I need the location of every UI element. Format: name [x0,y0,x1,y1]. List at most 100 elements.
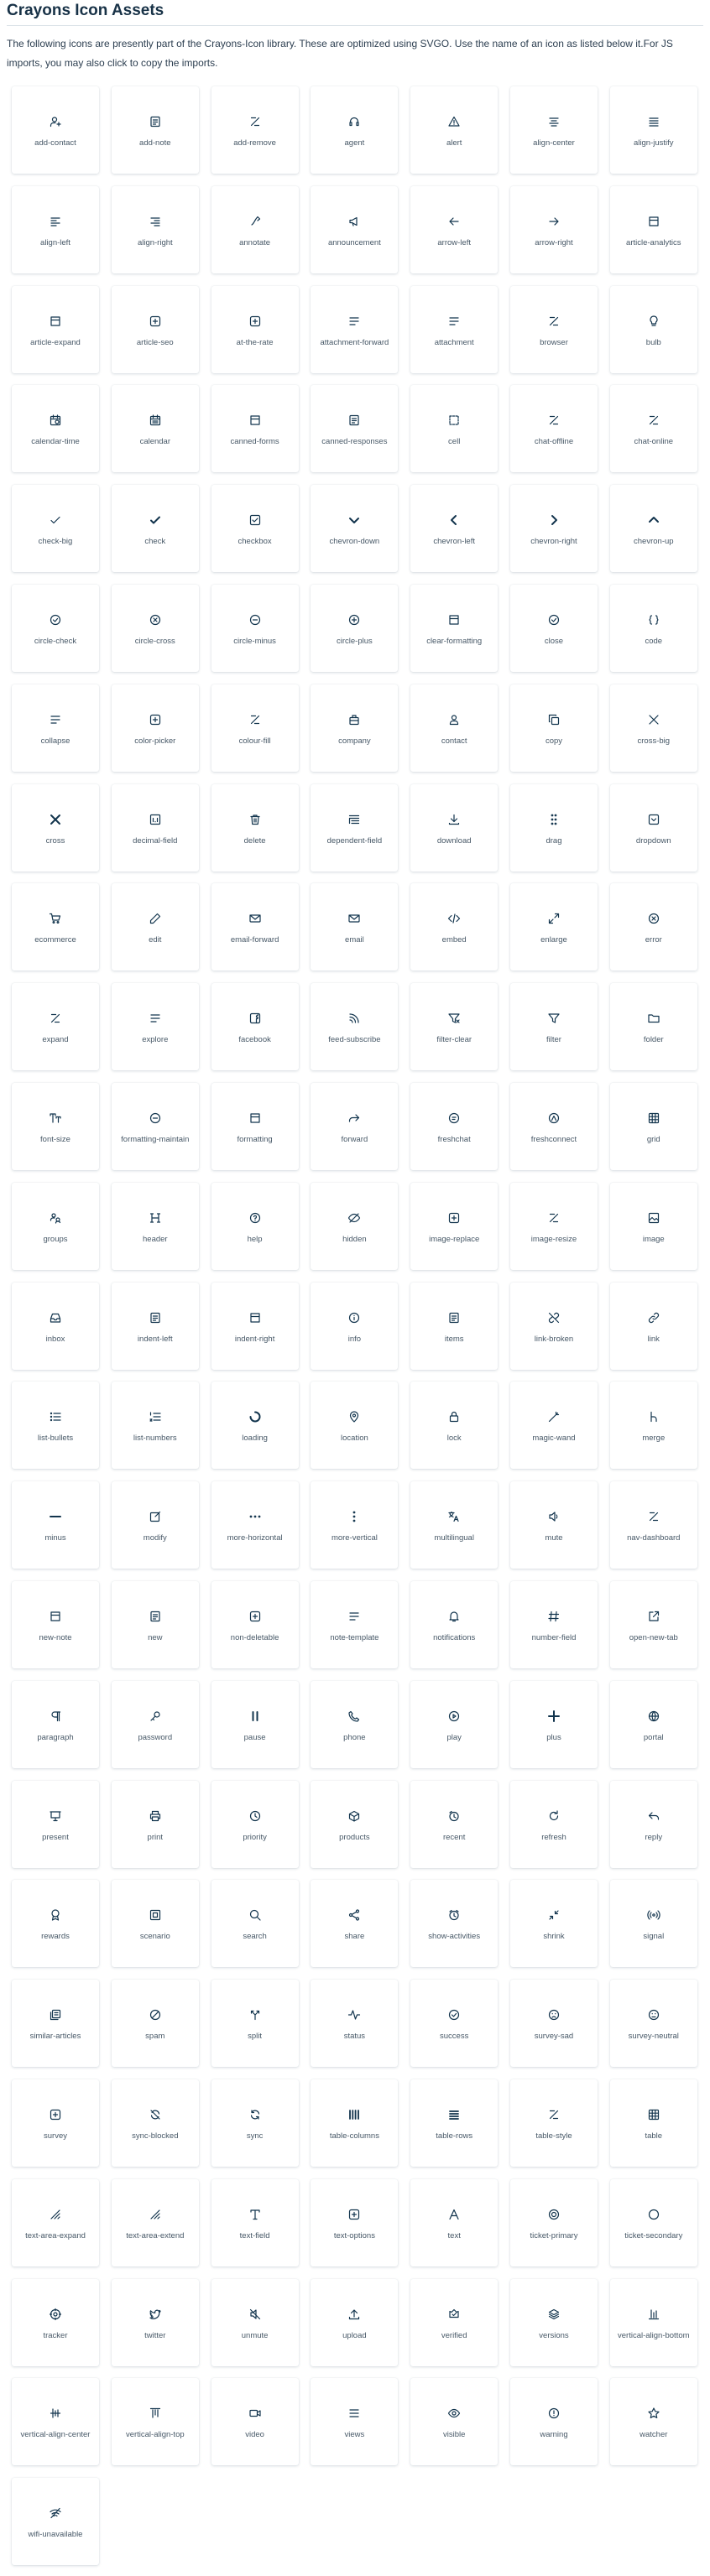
icon-tile-annotate[interactable]: annotate [211,185,299,273]
icon-tile-formatting-maintain[interactable]: formatting-maintain [111,1082,199,1170]
icon-tile-status[interactable]: status [311,1980,399,2068]
icon-tile-search[interactable]: search [211,1880,299,1968]
icon-tile-chat-online[interactable]: chat-online [609,385,697,473]
icon-tile-help[interactable]: help [211,1182,299,1270]
icon-tile-similar-articles[interactable]: similar-articles [12,1980,99,2068]
icon-tile-calendar-time[interactable]: calendar-time [12,385,99,473]
icon-tile-sync-blocked[interactable]: sync-blocked [111,2079,199,2167]
icon-tile-phone[interactable]: phone [311,1680,399,1768]
icon-tile-rewards[interactable]: rewards [12,1880,99,1968]
icon-tile-password[interactable]: password [111,1680,199,1768]
icon-tile-link[interactable]: link [609,1282,697,1370]
icon-tile-folder[interactable]: folder [609,983,697,1071]
icon-tile-add-contact[interactable]: add-contact [12,86,99,174]
icon-tile-filter-clear[interactable]: filter-clear [410,983,499,1071]
icon-tile-table-columns[interactable]: table-columns [311,2079,399,2167]
icon-tile-text-area-expand[interactable]: text-area-expand [12,2178,99,2266]
icon-tile-bulb[interactable]: bulb [609,285,697,373]
icon-tile-close[interactable]: close [509,584,598,672]
icon-tile-warning[interactable]: warning [509,2378,598,2466]
icon-tile-play[interactable]: play [410,1680,499,1768]
icon-tile-lock[interactable]: lock [410,1382,499,1470]
icon-tile-inbox[interactable]: inbox [12,1282,99,1370]
icon-tile-watcher[interactable]: watcher [609,2378,697,2466]
icon-tile-spam[interactable]: spam [111,1980,199,2068]
icon-tile-plus[interactable]: plus [509,1680,598,1768]
icon-tile-products[interactable]: products [311,1780,399,1868]
icon-tile-collapse[interactable]: collapse [12,684,99,772]
icon-tile-cell[interactable]: cell [410,385,499,473]
icon-tile-error[interactable]: error [609,883,697,971]
icon-tile-vertical-align-top[interactable]: vertical-align-top [111,2378,199,2466]
icon-tile-company[interactable]: company [311,684,399,772]
icon-tile-merge[interactable]: merge [609,1382,697,1470]
icon-tile-circle-check[interactable]: circle-check [12,584,99,672]
icon-tile-unmute[interactable]: unmute [211,2278,299,2366]
icon-tile-table[interactable]: table [609,2079,697,2167]
icon-tile-text-options[interactable]: text-options [311,2178,399,2266]
icon-tile-check[interactable]: check [111,485,199,573]
icon-tile-list-numbers[interactable]: list-numbers [111,1382,199,1470]
icon-tile-cross-big[interactable]: cross-big [609,684,697,772]
icon-tile-open-new-tab[interactable]: open-new-tab [609,1580,697,1668]
icon-tile-show-activities[interactable]: show-activities [410,1880,499,1968]
icon-tile-align-justify[interactable]: align-justify [609,86,697,174]
icon-tile-drag[interactable]: drag [509,783,598,872]
icon-tile-sync[interactable]: sync [211,2079,299,2167]
icon-tile-vertical-align-center[interactable]: vertical-align-center [12,2378,99,2466]
icon-tile-explore[interactable]: explore [111,983,199,1071]
icon-tile-video[interactable]: video [211,2378,299,2466]
icon-tile-image-resize[interactable]: image-resize [509,1182,598,1270]
icon-tile-reply[interactable]: reply [609,1780,697,1868]
icon-tile-text[interactable]: text [410,2178,499,2266]
icon-tile-edit[interactable]: edit [111,883,199,971]
icon-tile-loading[interactable]: loading [211,1382,299,1470]
icon-tile-canned-responses[interactable]: canned-responses [311,385,399,473]
icon-tile-text-area-extend[interactable]: text-area-extend [111,2178,199,2266]
icon-tile-recent[interactable]: recent [410,1780,499,1868]
icon-tile-cross[interactable]: cross [12,783,99,872]
icon-tile-code[interactable]: code [609,584,697,672]
icon-tile-list-bullets[interactable]: list-bullets [12,1382,99,1470]
icon-tile-grid[interactable]: grid [609,1082,697,1170]
icon-tile-add-note[interactable]: add-note [111,86,199,174]
icon-tile-non-deletable[interactable]: non-deletable [211,1580,299,1668]
icon-tile-magic-wand[interactable]: magic-wand [509,1382,598,1470]
icon-tile-wifi-unavailable[interactable]: wifi-unavailable [12,2478,99,2566]
icon-tile-location[interactable]: location [311,1382,399,1470]
icon-tile-circle-cross[interactable]: circle-cross [111,584,199,672]
icon-tile-attachment-forward[interactable]: attachment-forward [311,285,399,373]
icon-tile-align-right[interactable]: align-right [111,185,199,273]
icon-tile-at-the-rate[interactable]: at-the-rate [211,285,299,373]
icon-tile-contact[interactable]: contact [410,684,499,772]
icon-tile-header[interactable]: header [111,1182,199,1270]
icon-tile-link-broken[interactable]: link-broken [509,1282,598,1370]
icon-tile-article-analytics[interactable]: article-analytics [609,185,697,273]
icon-tile-hidden[interactable]: hidden [311,1182,399,1270]
icon-tile-notifications[interactable]: notifications [410,1580,499,1668]
icon-tile-clear-formatting[interactable]: clear-formatting [410,584,499,672]
icon-tile-survey-neutral[interactable]: survey-neutral [609,1980,697,2068]
icon-tile-tracker[interactable]: tracker [12,2278,99,2366]
icon-tile-indent-right[interactable]: indent-right [211,1282,299,1370]
icon-tile-article-seo[interactable]: article-seo [111,285,199,373]
icon-tile-groups[interactable]: groups [12,1182,99,1270]
icon-tile-text-field[interactable]: text-field [211,2178,299,2266]
icon-tile-chevron-down[interactable]: chevron-down [311,485,399,573]
icon-tile-announcement[interactable]: announcement [311,185,399,273]
icon-tile-items[interactable]: items [410,1282,499,1370]
icon-tile-ecommerce[interactable]: ecommerce [12,883,99,971]
icon-tile-color-picker[interactable]: color-picker [111,684,199,772]
icon-tile-formatting[interactable]: formatting [211,1082,299,1170]
icon-tile-refresh[interactable]: refresh [509,1780,598,1868]
icon-tile-colour-fill[interactable]: colour-fill [211,684,299,772]
icon-tile-paragraph[interactable]: paragraph [12,1680,99,1768]
icon-tile-present[interactable]: present [12,1780,99,1868]
icon-tile-attachment[interactable]: attachment [410,285,499,373]
icon-tile-freshconnect[interactable]: freshconnect [509,1082,598,1170]
icon-tile-facebook[interactable]: facebook [211,983,299,1071]
icon-tile-dropdown[interactable]: dropdown [609,783,697,872]
icon-tile-feed-subscribe[interactable]: feed-subscribe [311,983,399,1071]
icon-tile-success[interactable]: success [410,1980,499,2068]
icon-tile-split[interactable]: split [211,1980,299,2068]
